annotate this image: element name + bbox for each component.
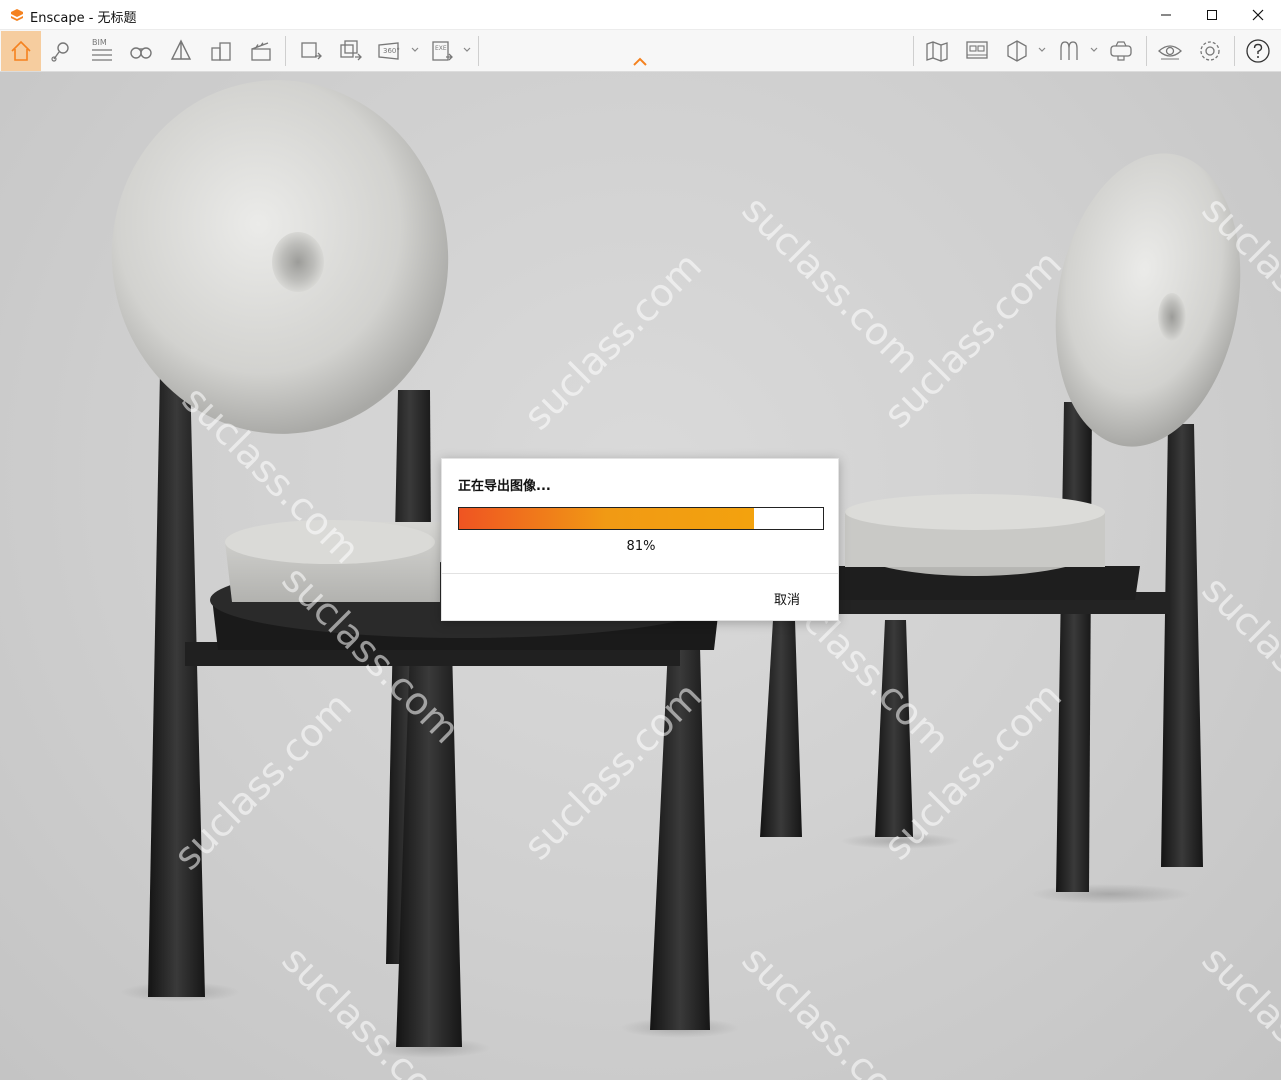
minimize-button[interactable] (1143, 0, 1189, 30)
panorama-360-icon: 360° (378, 42, 400, 60)
map-icon (926, 41, 948, 62)
batch-export-button[interactable] (331, 31, 371, 71)
svg-text:suclass.com: suclass.com (515, 244, 710, 439)
home-icon (11, 40, 31, 61)
toolbar-separator (285, 36, 286, 66)
panorama-export-button[interactable]: 360° (371, 31, 411, 71)
cube-icon (1007, 40, 1027, 62)
cube-button[interactable] (997, 31, 1037, 71)
buildings-icon (211, 42, 231, 61)
dialog-title: 正在导出图像... (458, 479, 551, 494)
render-export-button[interactable] (291, 31, 331, 71)
chevron-down-icon (1090, 47, 1098, 52)
svg-text:EXE: EXE (435, 45, 447, 52)
views-button[interactable] (957, 31, 997, 71)
eye-icon (1158, 45, 1182, 60)
svg-text:suclass.com: suclass.com (1194, 937, 1281, 1080)
location-button[interactable] (41, 31, 81, 71)
batch-export-icon (340, 40, 362, 61)
chevron-down-icon (463, 47, 471, 52)
asset-library-button[interactable] (1049, 31, 1089, 71)
progress-bar (458, 507, 824, 530)
help-button[interactable] (1238, 31, 1278, 71)
close-button[interactable] (1235, 0, 1281, 30)
settings-button[interactable] (1190, 31, 1230, 71)
close-icon (1252, 9, 1264, 21)
dialog-divider (442, 573, 838, 574)
maximize-icon (1207, 10, 1217, 20)
chevron-down-icon (1038, 47, 1046, 52)
clapboard-icon (251, 42, 271, 61)
progress-percentage: 81% (626, 539, 656, 554)
vr-headset-button[interactable] (1101, 31, 1141, 71)
visibility-button[interactable] (1150, 31, 1190, 71)
help-icon (1246, 39, 1270, 63)
asset-dropdown[interactable] (1089, 44, 1099, 56)
svg-text:suclass.com: suclass.com (1194, 567, 1281, 762)
asset-library-icon (1060, 41, 1078, 60)
maximize-button[interactable] (1189, 0, 1235, 30)
vr-headset-icon (1110, 41, 1132, 61)
map-button[interactable] (917, 31, 957, 71)
toolbar-separator (1146, 36, 1147, 66)
svg-text:360°: 360° (383, 47, 400, 55)
home-button[interactable] (1, 31, 41, 71)
toolbar-separator (478, 36, 479, 66)
render-export-icon (301, 42, 322, 60)
bim-button[interactable]: BIM (81, 31, 121, 71)
exe-export-button[interactable]: EXE (423, 31, 463, 71)
svg-text:suclass.com: suclass.com (734, 937, 929, 1080)
window-title: Enscape - 无标题 (30, 11, 137, 26)
svg-text:suclass.com: suclass.com (734, 187, 929, 382)
perspective-button[interactable] (161, 31, 201, 71)
exe-export-icon: EXE (432, 41, 453, 61)
enscape-logo-icon (11, 9, 23, 21)
buildings-button[interactable] (201, 31, 241, 71)
settings-icon (1200, 41, 1220, 61)
clapboard-button[interactable] (241, 31, 281, 71)
chevron-up-icon (633, 57, 647, 66)
location-icon (51, 42, 69, 62)
cancel-button[interactable]: 取消 (752, 583, 822, 613)
progress-bar-fill (459, 508, 754, 529)
collapse-toolbar-button[interactable] (628, 54, 652, 70)
title-bar: Enscape - 无标题 (0, 0, 1281, 30)
exe-dropdown[interactable] (462, 44, 472, 56)
panorama-dropdown[interactable] (410, 44, 420, 56)
minimize-icon (1161, 14, 1171, 16)
chevron-down-icon (411, 47, 419, 52)
cube-dropdown[interactable] (1037, 44, 1047, 56)
toolbar-separator (913, 36, 914, 66)
svg-text:BIM: BIM (92, 38, 107, 47)
binoculars-button[interactable] (121, 31, 161, 71)
toolbar-separator (1234, 36, 1235, 66)
perspective-icon (170, 39, 192, 60)
bim-icon: BIM (92, 38, 112, 61)
views-icon (966, 41, 988, 59)
export-progress-dialog: 正在导出图像... 81% 取消 (441, 458, 839, 621)
binoculars-icon (130, 47, 152, 59)
